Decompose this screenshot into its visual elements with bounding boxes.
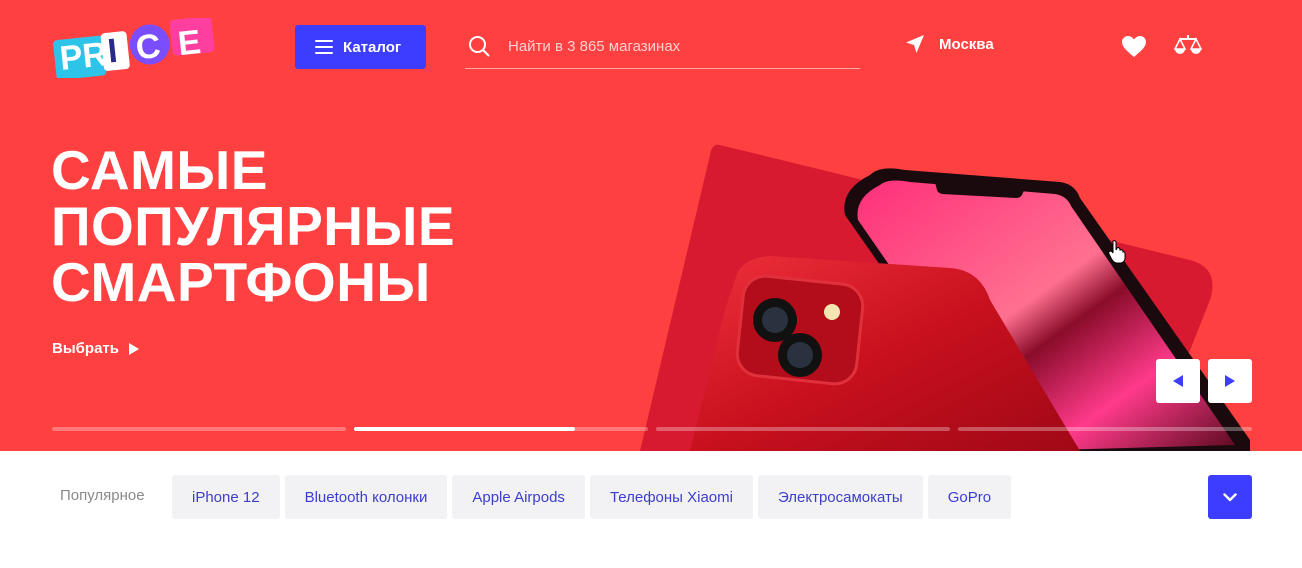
city-label: Москва [939, 35, 994, 53]
hand-cursor-icon [1108, 240, 1126, 264]
city-selector[interactable]: Москва [905, 34, 994, 54]
choose-link[interactable]: Выбрать [52, 340, 139, 357]
expand-popular-button[interactable] [1208, 475, 1252, 519]
search-input[interactable] [508, 37, 848, 55]
arrow-right-icon [1225, 375, 1235, 387]
prev-slide-button[interactable] [1156, 359, 1200, 403]
headline-line: САМЫЕ [51, 139, 268, 201]
popular-chip[interactable]: Электросамокаты [757, 475, 923, 519]
arrow-left-icon [1173, 375, 1183, 387]
slide-indicator[interactable] [656, 427, 950, 431]
popular-chip[interactable]: Apple Airpods [452, 475, 585, 519]
slide-indicator[interactable] [52, 427, 346, 431]
catalog-button-label: Каталог [343, 38, 402, 56]
hero-banner: PR I C E Каталог Москва [0, 0, 1302, 451]
heart-icon[interactable] [1121, 35, 1147, 58]
headline-line: СМАРТФОНЫ [51, 251, 431, 313]
location-arrow-icon [906, 35, 924, 53]
svg-text:C: C [134, 27, 162, 67]
search-icon[interactable] [468, 35, 490, 57]
headline-line: ПОПУЛЯРНЫЕ [51, 195, 456, 257]
slide-indicator-active[interactable] [354, 427, 648, 431]
hero-headline: САМЫЕ ПОПУЛЯРНЫЕ СМАРТФОНЫ [51, 142, 455, 310]
popular-label: Популярное [60, 487, 145, 504]
catalog-button[interactable]: Каталог [295, 25, 426, 69]
popular-section: Популярное iPhone 12 Bluetooth колонки A… [0, 451, 1302, 568]
svg-text:PR: PR [58, 35, 109, 78]
price-logo[interactable]: PR I C E [50, 18, 220, 78]
chevron-down-icon [1223, 492, 1237, 501]
slide-indicator[interactable] [958, 427, 1252, 431]
popular-chip[interactable]: Bluetooth колонки [284, 475, 448, 519]
menu-icon [315, 40, 333, 54]
popular-chip[interactable]: Телефоны Xiaomi [589, 475, 753, 519]
svg-text:E: E [176, 23, 203, 63]
play-arrow-icon [128, 342, 139, 355]
smartphones-illustration [640, 144, 1250, 451]
popular-chip[interactable]: iPhone 12 [172, 475, 280, 519]
popular-chip[interactable]: GoPro [927, 475, 1012, 519]
popular-chips: iPhone 12 Bluetooth колонки Apple Airpod… [172, 475, 1012, 519]
search-bar [465, 24, 860, 69]
compare-scales-icon[interactable] [1174, 33, 1202, 59]
next-slide-button[interactable] [1208, 359, 1252, 403]
choose-label: Выбрать [52, 340, 119, 357]
